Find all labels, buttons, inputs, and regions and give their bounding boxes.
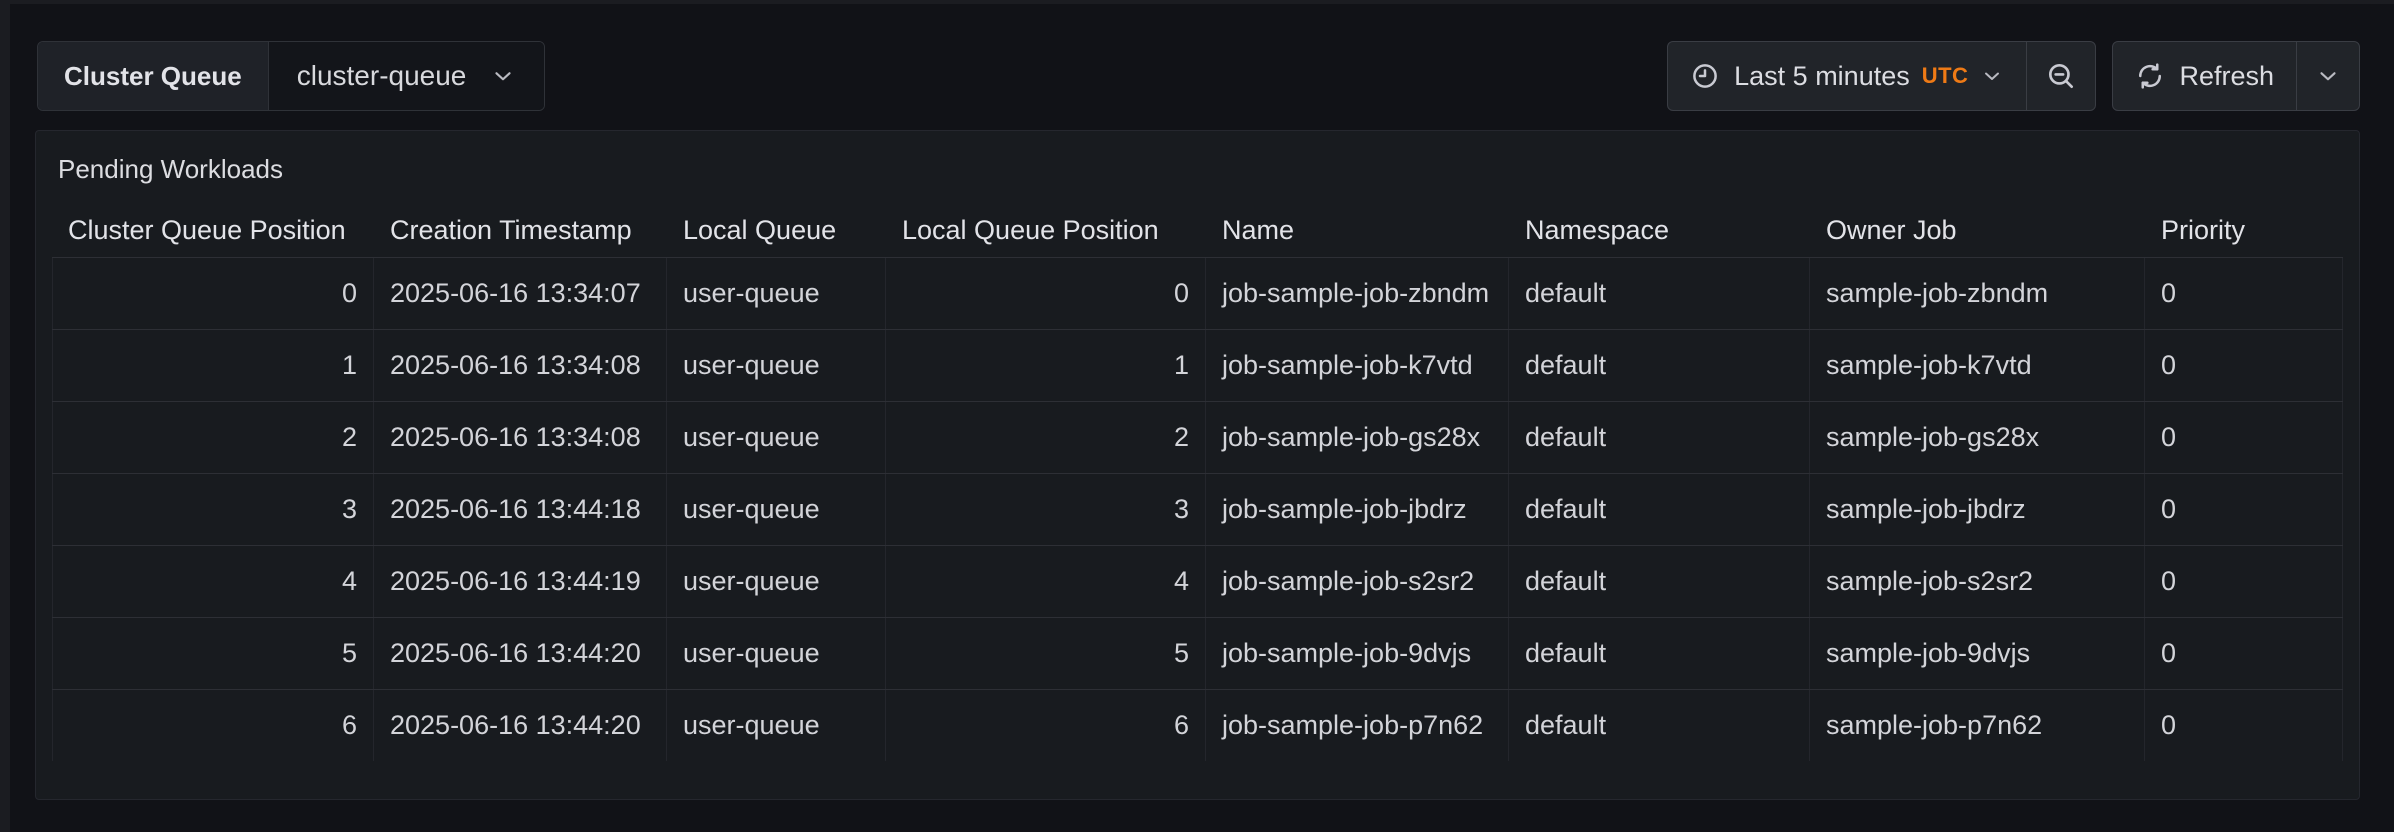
table-cell-namespace: default [1509, 402, 1810, 473]
table-cell-local-queue: user-queue [667, 258, 886, 329]
table-cell-namespace: default [1509, 546, 1810, 617]
workloads-table: Cluster Queue PositionCreation Timestamp… [52, 203, 2343, 761]
table-cell-priority: 0 [2145, 618, 2343, 689]
table-row: 42025-06-16 13:44:19user-queue4job-sampl… [52, 545, 2343, 617]
table-cell-local-queue: user-queue [667, 690, 886, 761]
table-cell-local-queue-position: 4 [886, 546, 1206, 617]
table-cell-local-queue: user-queue [667, 618, 886, 689]
pending-workloads-panel: Pending Workloads Cluster Queue Position… [35, 130, 2360, 800]
variable-selected-value: cluster-queue [297, 60, 467, 92]
column-header-local-queue-position[interactable]: Local Queue Position [886, 215, 1206, 246]
table-cell-local-queue: user-queue [667, 330, 886, 401]
refresh-icon [2135, 61, 2165, 91]
table-cell-local-queue: user-queue [667, 546, 886, 617]
table-cell-local-queue-position: 5 [886, 618, 1206, 689]
variable-value-dropdown[interactable]: cluster-queue [269, 42, 545, 110]
column-header-creation-timestamp[interactable]: Creation Timestamp [374, 215, 667, 246]
table-cell-local-queue-position: 2 [886, 402, 1206, 473]
column-header-name[interactable]: Name [1206, 215, 1509, 246]
table-cell-owner-job: sample-job-zbndm [1810, 258, 2145, 329]
refresh-interval-dropdown[interactable] [2296, 42, 2359, 110]
table-cell-name: job-sample-job-k7vtd [1206, 330, 1509, 401]
table-cell-creation-timestamp: 2025-06-16 13:44:19 [374, 546, 667, 617]
table-cell-namespace: default [1509, 474, 1810, 545]
column-header-namespace[interactable]: Namespace [1509, 215, 1810, 246]
table-cell-namespace: default [1509, 258, 1810, 329]
time-range-label: Last 5 minutes [1734, 61, 1910, 92]
table-cell-cluster-queue-position: 0 [52, 258, 374, 329]
table-cell-owner-job: sample-job-9dvjs [1810, 618, 2145, 689]
column-header-priority[interactable]: Priority [2145, 215, 2343, 246]
table-cell-local-queue-position: 1 [886, 330, 1206, 401]
table-cell-name: job-sample-job-zbndm [1206, 258, 1509, 329]
table-cell-name: job-sample-job-gs28x [1206, 402, 1509, 473]
chevron-down-icon [1980, 64, 2004, 88]
table-cell-namespace: default [1509, 618, 1810, 689]
table-cell-creation-timestamp: 2025-06-16 13:44:18 [374, 474, 667, 545]
table-cell-local-queue: user-queue [667, 474, 886, 545]
refresh-group: Refresh [2112, 41, 2360, 111]
table-cell-name: job-sample-job-9dvjs [1206, 618, 1509, 689]
table-cell-priority: 0 [2145, 474, 2343, 545]
column-header-local-queue[interactable]: Local Queue [667, 215, 886, 246]
clock-icon [1690, 61, 1720, 91]
table-cell-cluster-queue-position: 1 [52, 330, 374, 401]
table-cell-cluster-queue-position: 5 [52, 618, 374, 689]
time-controls: Last 5 minutes UTC Refr [1667, 41, 2360, 111]
chevron-down-icon [490, 63, 516, 89]
table-cell-creation-timestamp: 2025-06-16 13:34:07 [374, 258, 667, 329]
timezone-badge: UTC [1922, 63, 1969, 89]
refresh-button[interactable]: Refresh [2113, 42, 2296, 110]
refresh-label: Refresh [2179, 61, 2274, 92]
table-row: 12025-06-16 13:34:08user-queue1job-sampl… [52, 329, 2343, 401]
table-cell-owner-job: sample-job-s2sr2 [1810, 546, 2145, 617]
window-edge-left [0, 0, 10, 832]
table-cell-owner-job: sample-job-gs28x [1810, 402, 2145, 473]
table-cell-cluster-queue-position: 3 [52, 474, 374, 545]
table-cell-name: job-sample-job-s2sr2 [1206, 546, 1509, 617]
table-cell-local-queue-position: 3 [886, 474, 1206, 545]
table-cell-namespace: default [1509, 330, 1810, 401]
window-edge-top [0, 0, 2394, 4]
table-cell-cluster-queue-position: 2 [52, 402, 374, 473]
table-cell-priority: 0 [2145, 402, 2343, 473]
variable-picker-cluster-queue: Cluster Queue cluster-queue [37, 41, 545, 111]
chevron-down-icon [2315, 63, 2341, 89]
table-cell-local-queue: user-queue [667, 402, 886, 473]
column-header-owner-job[interactable]: Owner Job [1810, 215, 2145, 246]
table-row: 02025-06-16 13:34:07user-queue0job-sampl… [52, 257, 2343, 329]
table-cell-name: job-sample-job-jbdrz [1206, 474, 1509, 545]
table-cell-priority: 0 [2145, 330, 2343, 401]
table-cell-priority: 0 [2145, 258, 2343, 329]
table-cell-priority: 0 [2145, 690, 2343, 761]
time-range-button[interactable]: Last 5 minutes UTC [1668, 42, 2026, 110]
table-cell-creation-timestamp: 2025-06-16 13:44:20 [374, 690, 667, 761]
panel-title[interactable]: Pending Workloads [52, 131, 289, 193]
table-cell-creation-timestamp: 2025-06-16 13:34:08 [374, 402, 667, 473]
table-row: 62025-06-16 13:44:20user-queue6job-sampl… [52, 689, 2343, 761]
table-cell-name: job-sample-job-p7n62 [1206, 690, 1509, 761]
table-cell-local-queue-position: 6 [886, 690, 1206, 761]
table-row: 32025-06-16 13:44:18user-queue3job-sampl… [52, 473, 2343, 545]
table-cell-cluster-queue-position: 4 [52, 546, 374, 617]
table-row: 52025-06-16 13:44:20user-queue5job-sampl… [52, 617, 2343, 689]
table-cell-creation-timestamp: 2025-06-16 13:44:20 [374, 618, 667, 689]
table-cell-local-queue-position: 0 [886, 258, 1206, 329]
table-header-row: Cluster Queue PositionCreation Timestamp… [52, 203, 2343, 257]
time-picker-group: Last 5 minutes UTC [1667, 41, 2096, 111]
table-cell-cluster-queue-position: 6 [52, 690, 374, 761]
zoom-out-time-button[interactable] [2026, 42, 2095, 110]
table-cell-owner-job: sample-job-jbdrz [1810, 474, 2145, 545]
table-cell-creation-timestamp: 2025-06-16 13:34:08 [374, 330, 667, 401]
table-cell-owner-job: sample-job-p7n62 [1810, 690, 2145, 761]
variable-label: Cluster Queue [38, 42, 269, 110]
zoom-out-icon [2045, 60, 2077, 92]
table-body: 02025-06-16 13:34:07user-queue0job-sampl… [52, 257, 2343, 761]
table-cell-priority: 0 [2145, 546, 2343, 617]
table-cell-owner-job: sample-job-k7vtd [1810, 330, 2145, 401]
table-cell-namespace: default [1509, 690, 1810, 761]
table-row: 22025-06-16 13:34:08user-queue2job-sampl… [52, 401, 2343, 473]
column-header-cluster-queue-position[interactable]: Cluster Queue Position [52, 215, 374, 246]
dashboard-toolbar: Cluster Queue cluster-queue Last 5 minut… [37, 40, 2360, 112]
